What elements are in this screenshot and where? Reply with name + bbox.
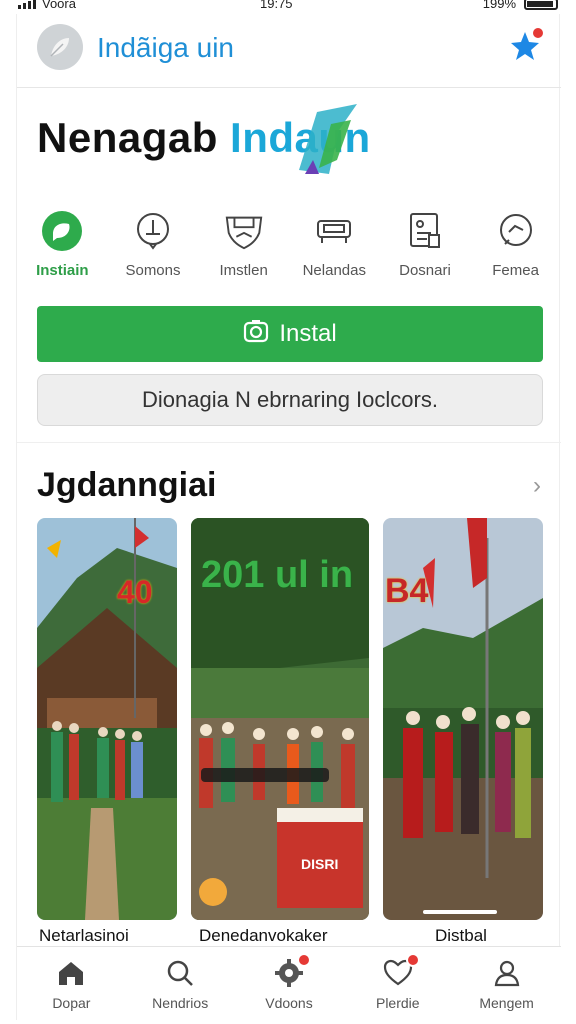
quick-action-femea[interactable]: Femea	[472, 210, 560, 290]
tab-favorites[interactable]: Plerdie	[348, 947, 448, 1020]
media-card[interactable]: 201 ul in DISRI	[191, 518, 369, 920]
quick-action-label: Nelandas	[302, 262, 366, 279]
media-card[interactable]: 40	[37, 518, 177, 920]
app-header: Indãiga uin	[17, 14, 561, 88]
quick-action-nelandas[interactable]: Nelandas	[290, 210, 378, 290]
notification-dot	[405, 952, 420, 967]
pin-icon	[132, 210, 174, 252]
tab-label: Vdoons	[265, 994, 313, 1011]
card-caption: Denedanvokaker	[199, 926, 328, 945]
tab-search[interactable]: Nendrios	[130, 947, 230, 1020]
quick-action-imstlen[interactable]: Imstlen	[200, 210, 288, 290]
battery-icon	[524, 0, 558, 10]
progress-bar	[423, 910, 497, 914]
card-caption: Netarlasinoi	[39, 926, 129, 945]
star-icon[interactable]	[507, 26, 545, 64]
brand-mark-icon	[299, 104, 357, 174]
sofa-icon	[313, 210, 355, 252]
heart-icon	[382, 952, 420, 989]
chevron-right-icon[interactable]: ›	[533, 472, 541, 500]
search-icon	[164, 957, 196, 989]
quick-actions: Instiain Somons Imstlen Nelandas Dosnari	[17, 210, 561, 290]
app-frame: Indãiga uin Nenagab Indaun Instiain Somo…	[16, 14, 561, 1020]
clock: 19:75	[260, 0, 293, 11]
message-icon	[495, 210, 537, 252]
tab-profile[interactable]: Mengem	[457, 947, 557, 1020]
card-caption: Distbal	[435, 926, 487, 945]
profile-icon	[491, 957, 523, 989]
tab-home[interactable]: Dopar	[21, 947, 121, 1020]
quick-action-somons[interactable]: Somons	[109, 210, 197, 290]
quick-action-label: Instiain	[36, 262, 89, 279]
tab-videos[interactable]: Vdoons	[239, 947, 339, 1020]
install-button[interactable]: Instal	[37, 306, 543, 362]
status-bar: Voora 19:75 199%	[0, 0, 576, 14]
hero-title-part1: Nenagab	[37, 114, 218, 161]
card-overlay-text: B4	[385, 572, 429, 610]
card-image	[37, 518, 177, 920]
leaf-icon[interactable]	[37, 24, 83, 70]
quick-action-label: Imstlen	[219, 262, 268, 279]
quick-action-dosnari[interactable]: Dosnari	[381, 210, 469, 290]
notification-dot	[531, 26, 545, 40]
tab-label: Plerdie	[375, 994, 420, 1011]
gear-icon	[273, 952, 311, 989]
section-title: Jgdanngiai	[37, 466, 217, 504]
home-icon	[55, 957, 87, 989]
quick-action-install[interactable]: Instiain	[18, 210, 106, 290]
notification-dot	[296, 952, 311, 967]
tab-label: Dopar	[52, 994, 91, 1011]
shield-icon	[223, 210, 265, 252]
card-overlay-text: 40	[117, 574, 153, 610]
secondary-button[interactable]: Dionagia N ebrnaring Ioclcors.	[37, 374, 543, 426]
carrier-label: Voora	[42, 0, 76, 11]
tab-label: Nendrios	[152, 994, 209, 1011]
quick-action-label: Somons	[125, 262, 181, 279]
install-button-label: Instal	[279, 320, 337, 347]
battery-percent: 199%	[482, 0, 516, 11]
media-card[interactable]: B4	[383, 518, 543, 920]
tab-label: Mengem	[479, 994, 534, 1011]
banner-text: DISRI	[301, 856, 339, 872]
quick-action-label: Femea	[492, 262, 539, 279]
chat-bubble-icon	[41, 210, 83, 252]
camera-icon	[243, 318, 269, 351]
card-overlay-text: 201 ul in	[201, 554, 354, 596]
app-title: Indãiga uin	[97, 32, 235, 63]
document-icon	[404, 210, 446, 252]
signal-icon	[18, 0, 36, 9]
tab-bar: Dopar Nendrios Vdoons Plerdie Mengem	[17, 946, 561, 1020]
play-icon[interactable]	[199, 878, 227, 906]
quick-action-label: Dosnari	[399, 262, 451, 279]
divider	[17, 442, 561, 443]
